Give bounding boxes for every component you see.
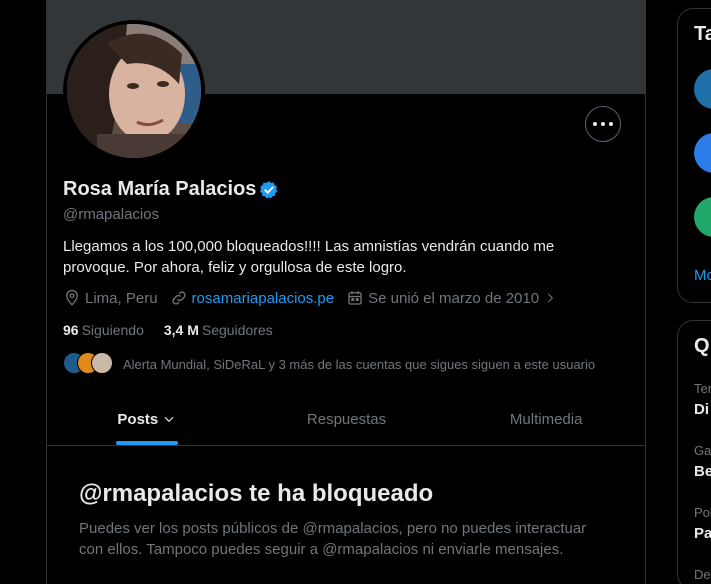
tab-media-label: Multimedia (509, 410, 583, 428)
trend-avatar[interactable] (694, 69, 711, 109)
profile-avatar[interactable] (63, 20, 205, 162)
trends-card-title: Ta (694, 23, 711, 45)
calendar-icon (348, 291, 362, 305)
followers-you-know[interactable]: Alerta Mundial, SiDeRaL y 3 más de las c… (63, 352, 595, 376)
follower-avatar (91, 352, 113, 374)
more-dot (609, 122, 613, 126)
tab-posts[interactable]: Posts (47, 393, 247, 445)
active-tab-indicator (115, 441, 178, 445)
profile-bio: Llegamos a los 100,000 bloqueados!!!! La… (63, 238, 555, 276)
profile-column: Rosa María Palacios @rmapalacios Llegamo… (46, 0, 646, 584)
whats-happening-title: Q (694, 335, 710, 357)
tab-media[interactable]: Multimedia (446, 393, 646, 445)
followers-link[interactable]: 3,4 M Seguidores (164, 322, 273, 338)
trend-category: Pol (694, 505, 711, 520)
show-more-link[interactable]: Mo (694, 267, 711, 284)
chevron-down-icon (164, 416, 174, 423)
more-options-button[interactable] (585, 106, 621, 142)
name-row: Rosa María Palacios (63, 178, 279, 201)
more-dot (593, 122, 597, 126)
trend-avatar[interactable] (694, 197, 711, 237)
trend-category: Ten (694, 381, 711, 396)
trend-category: Ga (694, 443, 711, 458)
profile-meta: Lima, Peru rosamariapalacios.pe Se unió … (63, 289, 573, 307)
followers-avatars (63, 352, 119, 376)
trends-card: Ta Mo (677, 8, 711, 303)
blocked-title: @rmapalacios te ha bloqueado (79, 480, 434, 507)
tab-posts-label: Posts (117, 410, 159, 428)
following-count: 96 (63, 322, 79, 338)
trend-category: De (694, 567, 711, 582)
display-name: Rosa María Palacios (63, 178, 257, 200)
whats-happening-card: Q Ten Di Ga Be Pol Pa De (677, 320, 711, 584)
followers-label: Seguidores (201, 322, 273, 338)
profile-handle: @rmapalacios (63, 206, 160, 223)
trend-title[interactable]: Pa (694, 525, 711, 542)
following-link[interactable]: 96 Siguiendo (63, 322, 144, 338)
avatar-photo (67, 24, 201, 158)
website-item: rosamariapalacios.pe (170, 289, 335, 307)
blocked-description: Puedes ver los posts públicos de @rmapal… (79, 520, 587, 558)
location-item: Lima, Peru (63, 289, 158, 307)
link-icon (171, 291, 186, 305)
verified-badge-icon[interactable] (259, 180, 279, 200)
following-label: Siguiendo (81, 322, 144, 338)
location-pin-icon (66, 289, 78, 306)
location-text: Lima, Peru (85, 289, 158, 307)
profile-tabs: Posts Respuestas Multimedia (47, 393, 646, 446)
trend-avatar[interactable] (694, 133, 711, 173)
tab-replies-label: Respuestas (306, 410, 387, 428)
website-link[interactable]: rosamariapalacios.pe (192, 290, 335, 307)
tab-replies[interactable]: Respuestas (247, 393, 447, 445)
trend-title[interactable]: Di (694, 401, 709, 418)
chevron-right-icon (547, 293, 554, 303)
joined-item[interactable]: Se unió el marzo de 2010 (346, 289, 561, 307)
followers-count: 3,4 M (163, 322, 199, 338)
joined-text: Se unió el marzo de 2010 (368, 289, 540, 307)
followers-you-know-text: Alerta Mundial, SiDeRaL y 3 más de las c… (123, 356, 596, 372)
profile-stats: 96 Siguiendo 3,4 M Seguidores (63, 322, 293, 338)
more-dot (601, 122, 605, 126)
trend-title[interactable]: Be (694, 463, 711, 480)
